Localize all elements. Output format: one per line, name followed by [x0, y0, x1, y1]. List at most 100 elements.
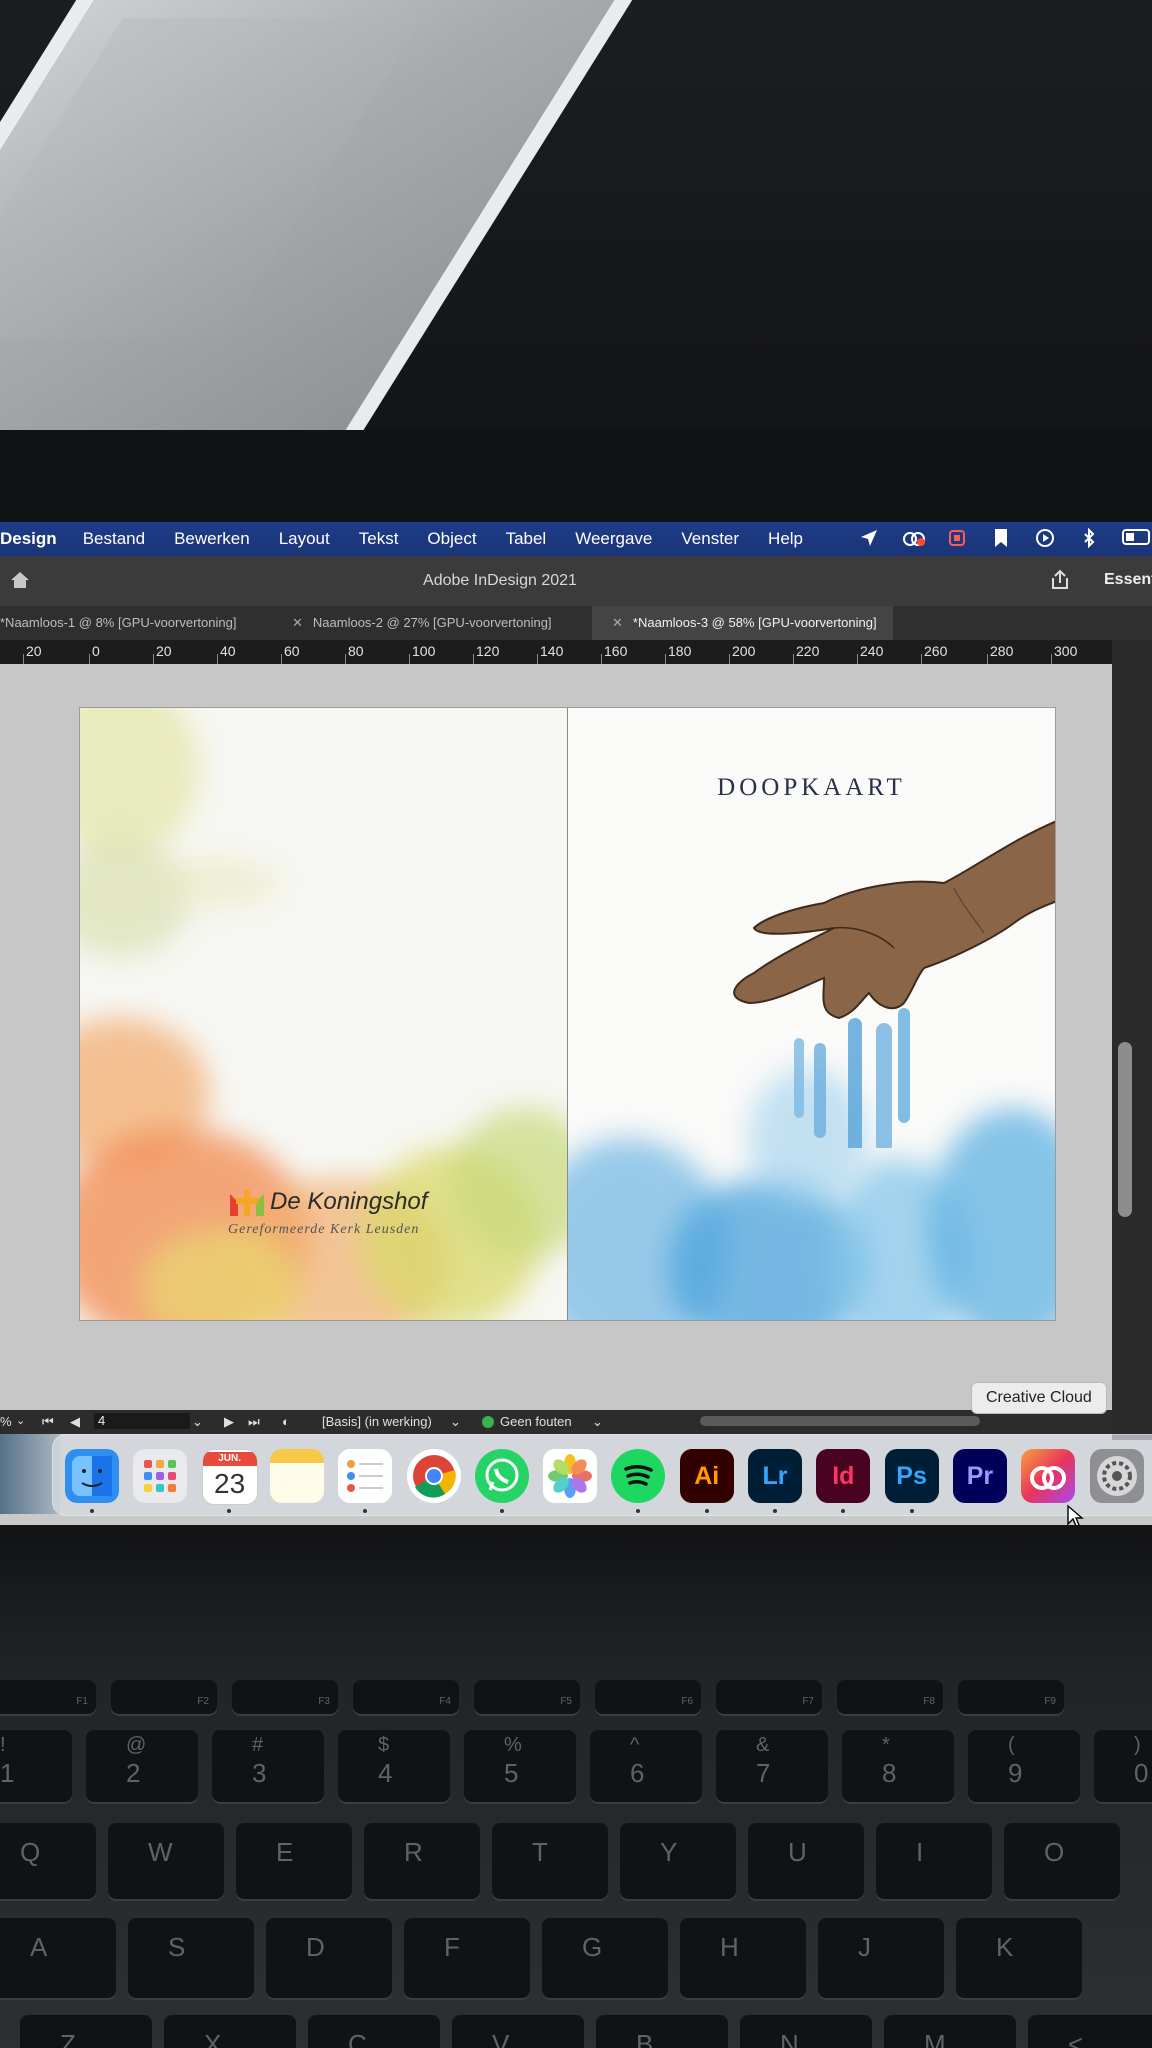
key-9: (9 — [968, 1730, 1080, 1802]
dock-app-photos[interactable] — [543, 1449, 598, 1503]
dock-app-illustrator[interactable]: Ai — [679, 1449, 734, 1503]
ruler-tick-label: 220 — [796, 643, 820, 659]
key-label: < — [1068, 2029, 1084, 2048]
dock-app-lightroom[interactable]: Lr — [748, 1449, 802, 1503]
key-r: R — [364, 1823, 480, 1899]
ruler-tick — [473, 654, 474, 664]
page-number-field[interactable]: 4 — [94, 1413, 190, 1429]
close-icon[interactable]: ✕ — [292, 615, 303, 630]
dock-app-reminders[interactable] — [338, 1449, 393, 1503]
menu-bewerken[interactable]: Bewerken — [174, 529, 250, 549]
chevron-down-icon[interactable]: ⌄ — [592, 1414, 603, 1430]
key-4: $4 — [338, 1730, 450, 1802]
last-page-icon[interactable]: ⏭ — [248, 1414, 260, 1430]
key-label: 4 — [378, 1758, 393, 1788]
key-label: E — [276, 1837, 294, 1867]
key-label: 2 — [126, 1758, 141, 1788]
finder-icon — [72, 1456, 112, 1496]
dock-app-premiere-pro[interactable]: Pr — [952, 1449, 1007, 1503]
menu-object[interactable]: Object — [427, 529, 476, 549]
dock-app-glyph: Ai — [694, 1461, 720, 1490]
key-label: F9 — [1044, 1696, 1056, 1707]
first-page-icon[interactable]: ⏮ — [42, 1414, 54, 1430]
menu-venster[interactable]: Venster — [681, 529, 739, 549]
key-label: ) — [1134, 1734, 1141, 1756]
key-label: U — [788, 1837, 807, 1867]
share-icon[interactable] — [1048, 568, 1072, 592]
key-h: H — [680, 1918, 806, 1998]
ruler-tick — [1051, 654, 1052, 664]
menu-weergave[interactable]: Weergave — [575, 529, 652, 549]
menu-bar: Design Bestand Bewerken Layout Tekst Obj… — [0, 522, 1152, 556]
chevron-down-icon[interactable]: ⌄ — [450, 1414, 461, 1430]
menu-tekst[interactable]: Tekst — [359, 529, 399, 549]
zoom-field[interactable]: % — [0, 1414, 12, 1429]
key-c: C — [308, 2015, 440, 2048]
creative-cloud-status-icon[interactable] — [902, 528, 925, 550]
tab-naamloos-2[interactable]: ✕ Naamloos-2 @ 27% [GPU-voorvertoning] — [292, 606, 552, 640]
key-f8: F8 — [837, 1680, 943, 1714]
menu-help[interactable]: Help — [768, 529, 803, 549]
open-document-icon[interactable]: ◐ — [282, 1414, 290, 1429]
panel-dock[interactable] — [1112, 640, 1152, 1440]
dock-app-finder[interactable] — [65, 1449, 119, 1503]
tab-naamloos-1[interactable]: *Naamloos-1 @ 8% [GPU-voorvertoning] — [0, 606, 236, 640]
dock-app-calendar[interactable]: JUN. 23 — [201, 1449, 258, 1505]
bluetooth-icon[interactable] — [1078, 527, 1100, 550]
key-label: X — [204, 2029, 222, 2048]
menu-app-name[interactable]: Design — [0, 529, 57, 549]
menu-bestand[interactable]: Bestand — [83, 529, 145, 549]
ruler-tick — [537, 654, 538, 664]
chevron-down-icon[interactable]: ⌄ — [16, 1414, 25, 1427]
menu-tabel[interactable]: Tabel — [506, 529, 547, 549]
dock-app-indesign[interactable]: Id — [816, 1449, 871, 1503]
menu-layout[interactable]: Layout — [279, 529, 330, 549]
ruler-tick-label: 140 — [540, 643, 564, 659]
dock-app-notes[interactable] — [269, 1449, 324, 1503]
vertical-scrollbar[interactable] — [1118, 1042, 1132, 1217]
ruler-tick-label: 160 — [604, 643, 628, 659]
document-spread[interactable]: De Koningshof Gereformeerde Kerk Leusden… — [80, 708, 1055, 1320]
key-j: J — [818, 1918, 944, 1998]
key-label: 0 — [1134, 1758, 1149, 1788]
adobe-updates-icon[interactable] — [946, 528, 968, 550]
running-indicator — [909, 1509, 914, 1513]
key-label: $ — [378, 1734, 390, 1756]
dock-app-system-preferences[interactable] — [1089, 1449, 1144, 1503]
key-label: 7 — [756, 1758, 771, 1788]
bookmark-icon[interactable] — [990, 528, 1012, 550]
dock-app-chrome[interactable] — [406, 1449, 461, 1503]
style-status[interactable]: [Basis] (in werking) — [322, 1414, 432, 1429]
key-2: @2 — [86, 1730, 198, 1802]
page-right[interactable]: DOOPKAART — [568, 708, 1055, 1320]
horizontal-ruler[interactable]: 20 0 20 40 60 80 100 120 140 160 180 200 220 240 260 28… — [0, 640, 1112, 664]
workspace-switcher[interactable]: Essent — [1104, 571, 1152, 589]
spotify-icon — [624, 1465, 654, 1486]
key-label: 9 — [1008, 1758, 1023, 1788]
preflight-status[interactable]: Geen fouten — [500, 1414, 572, 1429]
ruler-tick — [601, 654, 602, 664]
horizontal-scrollbar[interactable] — [700, 1416, 980, 1426]
logo-name: De Koningshof — [270, 1188, 428, 1215]
battery-icon[interactable] — [1122, 528, 1152, 550]
dock-app-spotify[interactable] — [611, 1449, 666, 1503]
play-circle-icon[interactable] — [1034, 528, 1056, 550]
location-arrow-icon[interactable] — [858, 528, 880, 550]
previous-page-icon[interactable]: ◀ — [70, 1414, 80, 1430]
key-label: * — [882, 1734, 890, 1756]
key-f4: F4 — [353, 1680, 459, 1714]
next-page-icon[interactable]: ▶ — [224, 1414, 234, 1430]
close-icon[interactable]: ✕ — [612, 615, 623, 630]
tab-naamloos-3[interactable]: ✕ *Naamloos-3 @ 58% [GPU-voorvertoning] — [592, 606, 893, 640]
key-label: M — [924, 2029, 946, 2048]
dock-app-photoshop[interactable]: Ps — [884, 1449, 939, 1503]
dock-app-launchpad[interactable] — [133, 1449, 188, 1503]
chrome-icon — [412, 1455, 456, 1498]
dock-app-whatsapp[interactable] — [474, 1449, 529, 1503]
ruler-tick-label: 240 — [860, 643, 884, 659]
page-left[interactable]: De Koningshof Gereformeerde Kerk Leusden — [80, 708, 567, 1320]
key-label: K — [996, 1932, 1014, 1962]
dock-app-creative-cloud[interactable] — [1021, 1449, 1076, 1503]
tab-label: Naamloos-2 @ 27% [GPU-voorvertoning] — [312, 615, 552, 630]
chevron-down-icon[interactable]: ⌄ — [192, 1414, 203, 1430]
